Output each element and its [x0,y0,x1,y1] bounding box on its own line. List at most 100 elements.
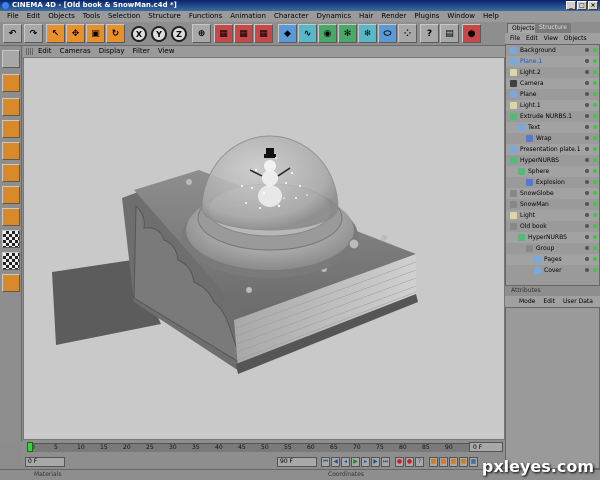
enabled-check-icon[interactable] [593,136,597,140]
enabled-check-icon[interactable] [593,268,597,272]
menu-tools[interactable]: Tools [79,11,104,22]
enabled-check-icon[interactable] [593,169,597,173]
timeline-track[interactable]: 0 5 10 15 20 25 30 35 40 45 50 55 60 65 … [31,443,471,452]
x-axis-button[interactable]: X [131,26,147,42]
visibility-flags[interactable] [585,136,599,141]
object-row[interactable]: Explosion [506,177,599,188]
enabled-check-icon[interactable] [593,59,597,63]
object-row[interactable]: Old book [506,221,599,232]
animation-mode-icon[interactable] [2,208,20,226]
visibility-dot-icon[interactable] [585,70,589,74]
materials-tab[interactable]: Materials [34,471,62,478]
move-icon[interactable]: ✥ [66,24,85,43]
visibility-flags[interactable] [585,125,599,130]
tab-structure[interactable]: Structure [535,23,571,33]
enabled-check-icon[interactable] [593,235,597,239]
objects-menu-view[interactable]: View [541,33,561,44]
menu-animation[interactable]: Animation [226,11,270,22]
visibility-flags[interactable] [585,92,599,97]
object-row[interactable]: Light [506,210,599,221]
play-icon[interactable]: ▶ [351,457,360,467]
attributes-menu-user-data[interactable]: User Data [559,296,597,307]
rotation-key-icon[interactable]: ■ [449,457,458,467]
go-to-start-icon[interactable]: ⏮ [321,457,330,467]
end-frame-field[interactable]: 90 F [277,457,317,467]
menu-structure[interactable]: Structure [144,11,185,22]
visibility-dot-icon[interactable] [585,103,589,107]
menu-objects[interactable]: Objects [44,11,78,22]
redo-icon[interactable]: ↷ [24,24,43,43]
undo-icon[interactable]: ↶ [3,24,22,43]
enabled-check-icon[interactable] [593,92,597,96]
start-frame-field[interactable]: 0 F [25,457,65,467]
object-row[interactable]: Extrude NURBS.1 [506,111,599,122]
light-icon[interactable]: ● [462,24,481,43]
visibility-flags[interactable] [585,158,599,163]
visibility-flags[interactable] [585,70,599,75]
array-icon[interactable]: ✻ [338,24,357,43]
visibility-dot-icon[interactable] [585,191,589,195]
next-frame-icon[interactable]: ▸ [361,457,370,467]
maximize-button[interactable]: □ [577,1,587,10]
edge-mode-icon[interactable] [2,164,20,182]
enabled-check-icon[interactable] [593,213,597,217]
attributes-header[interactable]: Attributes [505,286,600,296]
enabled-check-icon[interactable] [593,246,597,250]
menu-help[interactable]: Help [479,11,503,22]
visibility-dot-icon[interactable] [585,246,589,250]
visibility-flags[interactable] [585,246,599,251]
visibility-flags[interactable] [585,235,599,240]
object-row[interactable]: Sphere [506,166,599,177]
viewport-menu-edit[interactable]: Edit [34,46,56,57]
enabled-check-icon[interactable] [593,224,597,228]
viewport-menu-display[interactable]: Display [95,46,129,57]
3d-viewport[interactable] [23,57,505,440]
visibility-flags[interactable] [585,191,599,196]
visibility-flags[interactable] [585,81,599,86]
help-icon[interactable]: ? [420,24,439,43]
render-picture-viewer-icon[interactable]: ▦ [254,24,273,43]
visibility-dot-icon[interactable] [585,180,589,184]
visibility-flags[interactable] [585,202,599,207]
coordinate-system-icon[interactable]: ⊕ [192,24,211,43]
visibility-flags[interactable] [585,169,599,174]
visibility-flags[interactable] [585,59,599,64]
position-key-icon[interactable]: ■ [429,457,438,467]
render-view-icon[interactable]: ▦ [214,24,233,43]
object-row[interactable]: Plane [506,89,599,100]
enabled-check-icon[interactable] [593,125,597,129]
objects-menu-edit[interactable]: Edit [523,33,541,44]
visibility-dot-icon[interactable] [585,235,589,239]
polygon-mode-icon[interactable] [2,186,20,204]
record-icon[interactable]: ● [395,457,404,467]
prev-frame-icon[interactable]: ◂ [341,457,350,467]
object-row[interactable]: Background [506,45,599,56]
visibility-dot-icon[interactable] [585,169,589,173]
object-row[interactable]: Text [506,122,599,133]
visibility-dot-icon[interactable] [585,213,589,217]
enabled-check-icon[interactable] [593,114,597,118]
object-row[interactable]: HyperNURBS [506,232,599,243]
object-row[interactable]: HyperNURBS [506,155,599,166]
visibility-flags[interactable] [585,213,599,218]
visibility-flags[interactable] [585,103,599,108]
object-row[interactable]: SnowMan [506,199,599,210]
cube-icon[interactable]: ◆ [278,24,297,43]
visibility-flags[interactable] [585,48,599,53]
select-icon[interactable]: ↖ [46,24,65,43]
visibility-flags[interactable] [585,180,599,185]
current-frame-field[interactable]: 0 F [469,442,503,452]
enabled-check-icon[interactable] [593,202,597,206]
object-row[interactable]: Light.2 [506,67,599,78]
object-row[interactable]: Plane.1 [506,56,599,67]
scale-key-icon[interactable]: ■ [439,457,448,467]
enabled-check-icon[interactable] [593,257,597,261]
object-row[interactable]: Camera [506,78,599,89]
visibility-dot-icon[interactable] [585,136,589,140]
menu-render[interactable]: Render [377,11,410,22]
object-row[interactable]: Wrap [506,133,599,144]
deformer-icon[interactable]: ⬭ [378,24,397,43]
visibility-flags[interactable] [585,147,599,152]
spline-icon[interactable]: ∿ [298,24,317,43]
object-mode-icon[interactable] [2,74,20,92]
